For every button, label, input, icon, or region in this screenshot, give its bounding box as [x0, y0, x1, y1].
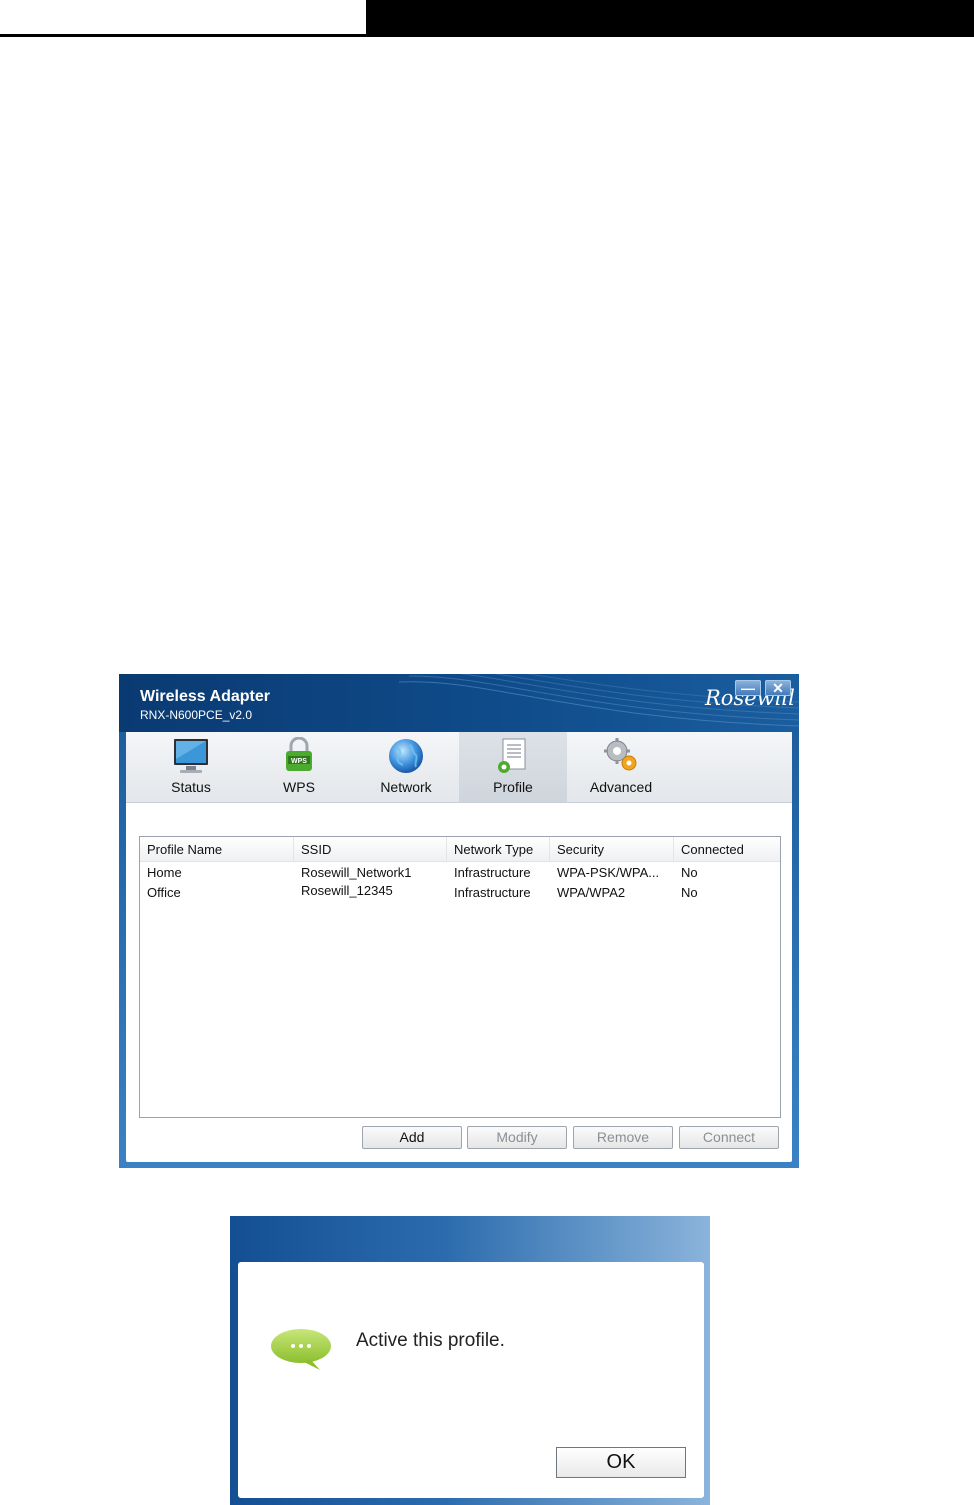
- speech-bubble-icon: [271, 1329, 331, 1370]
- tab-advanced-label: Advanced: [589, 779, 653, 795]
- table-row[interactable]: Office Rosewill_12345 Infrastructure WPA…: [140, 883, 780, 903]
- table-header: Profile Name SSID Network Type Security …: [140, 837, 780, 862]
- tab-wps[interactable]: WPS WPS: [245, 732, 353, 802]
- cell-ssid: Rosewill_Network1: [301, 865, 412, 880]
- column-header-ssid[interactable]: SSID: [294, 837, 447, 861]
- cell-ssid: Rosewill_12345: [301, 883, 393, 898]
- close-icon: ✕: [772, 680, 784, 696]
- ok-button[interactable]: OK: [556, 1447, 686, 1478]
- remove-button[interactable]: Remove: [573, 1126, 673, 1149]
- close-button[interactable]: ✕: [765, 680, 791, 696]
- cell-security: WPA-PSK/WPA...: [557, 865, 660, 880]
- app-title: Wireless Adapter: [140, 688, 270, 705]
- page-header-bar: [366, 0, 974, 37]
- column-header-network-type[interactable]: Network Type: [447, 837, 550, 861]
- column-header-connected[interactable]: Connected: [674, 837, 780, 861]
- wps-lock-icon: WPS: [286, 737, 312, 771]
- modify-button[interactable]: Modify: [467, 1126, 567, 1149]
- tab-profile-label: Profile: [493, 779, 533, 795]
- tab-status-label: Status: [171, 779, 211, 795]
- tab-advanced[interactable]: Advanced: [567, 732, 675, 802]
- dialog-message: Active this profile.: [356, 1330, 505, 1351]
- cell-profile-name: Office: [147, 885, 181, 900]
- confirmation-dialog: Active this profile. OK: [230, 1216, 710, 1505]
- column-header-profile-name[interactable]: Profile Name: [140, 837, 294, 861]
- title-bar[interactable]: Wireless Adapter RNX-N600PCE_v2.0 Rosewi…: [119, 674, 799, 732]
- cell-security: WPA/WPA2: [557, 885, 626, 900]
- wireless-adapter-window: Wireless Adapter RNX-N600PCE_v2.0 Rosewi…: [119, 674, 799, 1168]
- cell-profile-name: Home: [147, 865, 182, 880]
- tab-network[interactable]: Network: [352, 732, 460, 802]
- window-content: Status WPS WPS Network Profile Advanced …: [126, 732, 792, 1162]
- minimize-button[interactable]: —: [735, 680, 761, 696]
- connect-button[interactable]: Connect: [679, 1126, 779, 1149]
- svg-text:WPS: WPS: [291, 758, 307, 765]
- dialog-body: Active this profile. OK: [238, 1262, 704, 1498]
- gears-icon: [604, 738, 637, 771]
- add-button[interactable]: Add: [362, 1126, 462, 1149]
- tab-bar: Status WPS WPS Network Profile Advanced: [126, 732, 792, 803]
- cell-network-type: Infrastructure: [454, 865, 531, 880]
- cell-network-type: Infrastructure: [454, 885, 531, 900]
- tab-profile[interactable]: Profile: [459, 732, 567, 802]
- profile-document-icon: [498, 738, 526, 773]
- tab-status[interactable]: Status: [137, 732, 245, 802]
- table-row[interactable]: Home Rosewill_Network1 Infrastructure WP…: [140, 863, 780, 883]
- cell-connected: No: [681, 885, 698, 900]
- profile-table: Profile Name SSID Network Type Security …: [139, 836, 781, 1118]
- minimize-icon: —: [741, 680, 755, 696]
- monitor-icon: [174, 739, 208, 773]
- tab-wps-label: WPS: [283, 779, 315, 795]
- globe-icon: [389, 739, 423, 773]
- column-header-security[interactable]: Security: [550, 837, 674, 861]
- app-model: RNX-N600PCE_v2.0: [140, 708, 253, 722]
- cell-connected: No: [681, 865, 698, 880]
- tab-network-label: Network: [380, 779, 432, 795]
